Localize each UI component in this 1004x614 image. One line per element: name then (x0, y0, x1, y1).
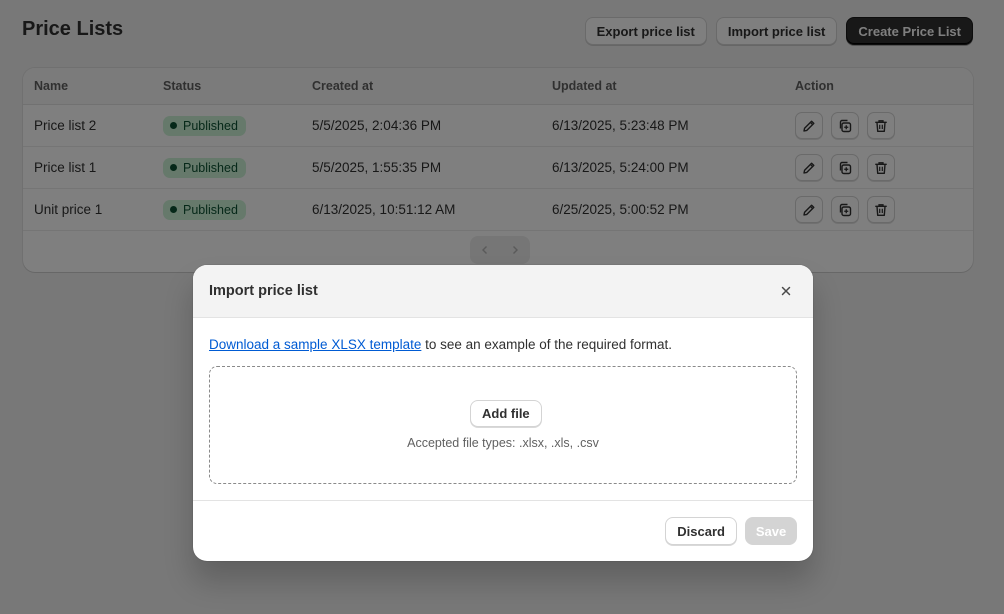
modal-title: Import price list (209, 283, 318, 299)
close-icon (781, 286, 791, 296)
discard-button[interactable]: Discard (665, 517, 737, 545)
save-button[interactable]: Save (745, 517, 797, 545)
accepted-file-types: Accepted file types: .xlsx, .xls, .csv (407, 436, 599, 450)
template-help-text: Download a sample XLSX template to see a… (209, 337, 672, 352)
modal-footer: Discard Save (193, 501, 813, 561)
file-dropzone[interactable]: Add file Accepted file types: .xlsx, .xl… (209, 366, 797, 484)
import-price-list-modal: Import price list Download a sample XLSX… (193, 265, 813, 561)
add-file-button[interactable]: Add file (470, 400, 542, 427)
download-template-link[interactable]: Download a sample XLSX template (209, 337, 421, 352)
modal-body: Download a sample XLSX template to see a… (193, 318, 813, 501)
modal-close-button[interactable] (777, 282, 795, 300)
help-text-suffix: to see an example of the required format… (421, 337, 673, 352)
modal-header: Import price list (193, 265, 813, 318)
